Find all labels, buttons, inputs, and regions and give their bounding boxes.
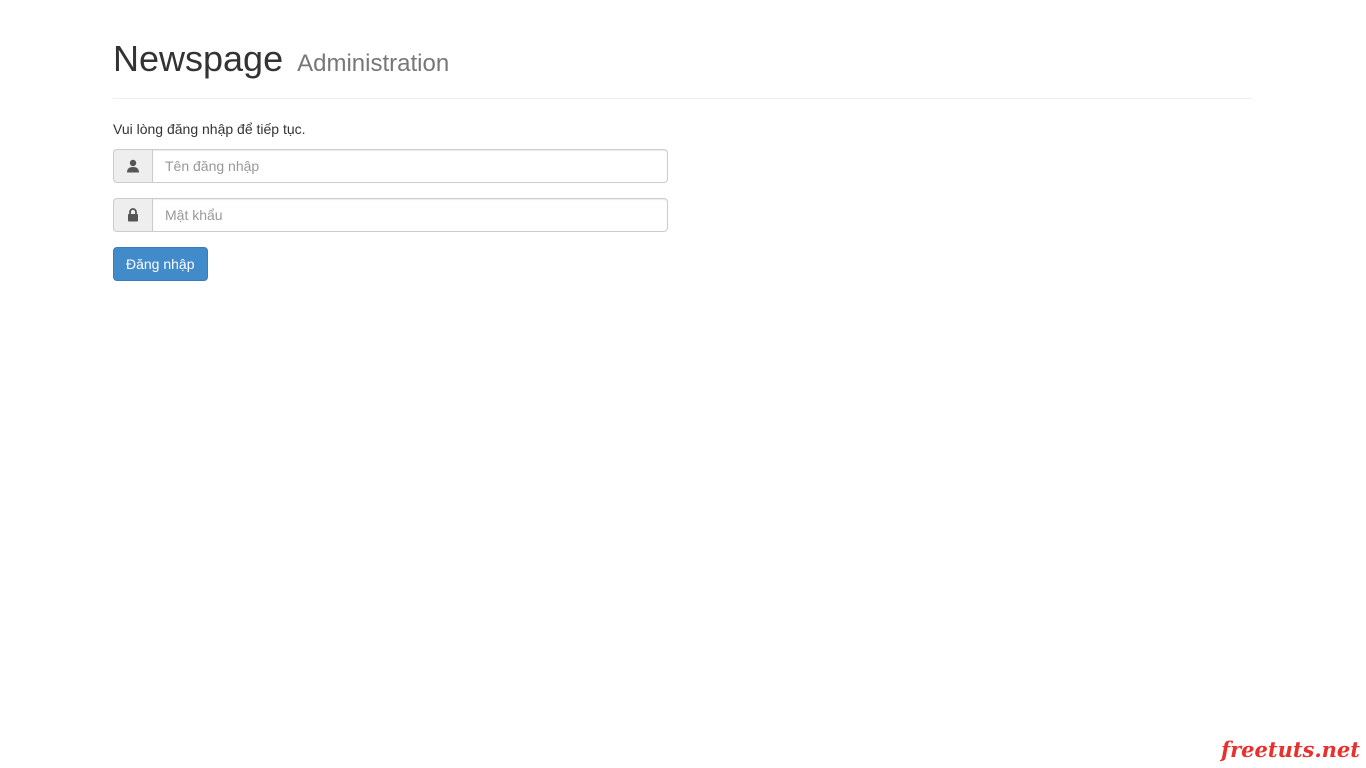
login-button[interactable]: Đăng nhập (113, 247, 208, 281)
username-input-group (113, 149, 668, 183)
password-input[interactable] (152, 198, 668, 232)
user-icon (113, 149, 152, 183)
login-instructions: Vui lòng đăng nhập để tiếp tục. (113, 121, 306, 137)
password-input-group (113, 198, 668, 232)
watermark-logo: freetuts.net (1221, 737, 1360, 762)
page-header: Newspage Administration (113, 38, 1252, 99)
lock-icon (113, 198, 152, 232)
app-subtitle: Administration (297, 50, 450, 77)
page-title: Newspage Administration (113, 38, 1252, 85)
username-input[interactable] (152, 149, 668, 183)
login-page: Newspage Administration Vui lòng đăng nh… (0, 0, 1366, 768)
app-title: Newspage (113, 38, 284, 79)
